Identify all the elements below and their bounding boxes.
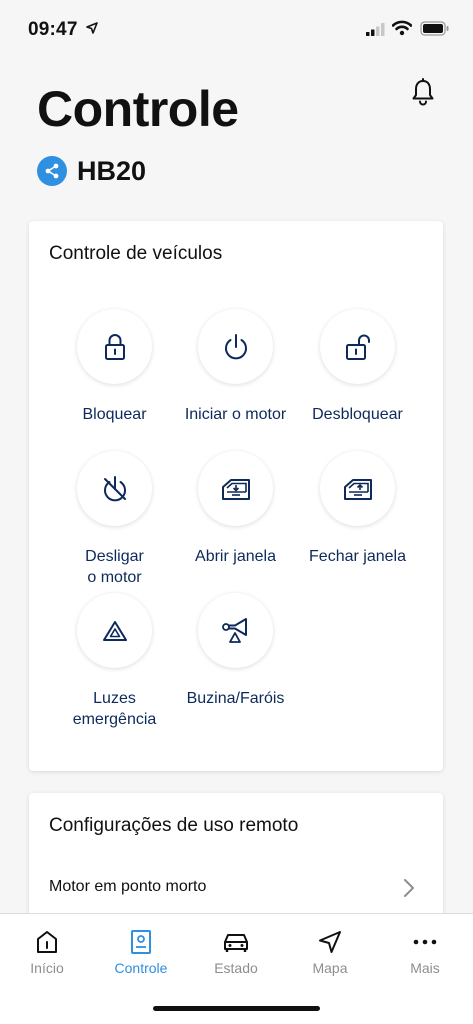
location-arrow-icon	[86, 22, 98, 34]
close-window-label: Fechar janela	[309, 548, 406, 565]
close-window-button[interactable]: Fechar janela	[297, 451, 418, 567]
tab-status[interactable]: Estado	[189, 928, 283, 976]
more-dots-icon	[413, 939, 437, 945]
tab-more-label: Mais	[410, 960, 440, 976]
status-time: 09:47	[28, 19, 78, 40]
unlock-button[interactable]: Desbloquear	[297, 309, 418, 425]
tab-more[interactable]: Mais	[378, 928, 472, 976]
chevron-right-icon	[404, 879, 414, 897]
unlock-icon	[345, 334, 370, 360]
open-window-label: Abrir janela	[195, 548, 276, 565]
tab-control[interactable]: Controle	[94, 928, 188, 976]
neutral-engine-row[interactable]: Motor em ponto morto	[29, 868, 443, 908]
tab-map[interactable]: Mapa	[283, 928, 377, 976]
vehicle-name: HB20	[77, 155, 147, 186]
remote-settings-title: Configurações de uso remoto	[49, 815, 299, 836]
remote-settings-card: Configurações de uso remoto Motor em pon…	[29, 793, 443, 923]
tab-control-label: Controle	[114, 960, 168, 976]
lock-button[interactable]: Bloquear	[54, 309, 175, 425]
window-down-icon	[221, 478, 250, 500]
hazard-lights-button[interactable]: Luzes emergência	[54, 593, 175, 730]
tab-map-label: Mapa	[312, 960, 348, 976]
horn-lights-label: Buzina/Faróis	[186, 690, 285, 707]
wifi-icon	[392, 20, 412, 36]
lock-label: Bloquear	[82, 406, 147, 423]
home-icon	[37, 931, 57, 953]
start-engine-button[interactable]: Iniciar o motor	[175, 309, 296, 425]
start-engine-label: Iniciar o motor	[184, 406, 287, 423]
neutral-engine-label: Motor em ponto morto	[49, 878, 207, 895]
car-icon	[224, 934, 248, 952]
stop-engine-button[interactable]: Desligar o motor	[54, 451, 175, 588]
navigation-arrow-icon	[319, 931, 341, 953]
cell-signal-icon	[366, 23, 385, 36]
unlock-label: Desbloquear	[312, 406, 403, 423]
horn-lights-button[interactable]: Buzina/Faróis	[175, 593, 296, 709]
share-icon[interactable]	[37, 156, 67, 186]
status-bar: 09:47	[0, 0, 473, 60]
stop-engine-label: Desligar o motor	[85, 548, 144, 586]
tab-status-label: Estado	[214, 960, 258, 976]
power-icon	[224, 333, 247, 359]
tab-home-label: Início	[30, 960, 64, 976]
battery-icon	[420, 21, 449, 36]
vehicle-selector[interactable]: HB20	[37, 155, 146, 187]
vehicle-controls-card: Controle de veículos Bloquear Iniciar o …	[29, 221, 443, 771]
page-title: Controle	[37, 81, 239, 137]
home-indicator	[153, 1006, 320, 1011]
window-up-icon	[343, 478, 372, 500]
lock-icon	[104, 333, 125, 360]
remote-control-icon	[131, 930, 151, 954]
power-off-icon	[103, 475, 126, 501]
tab-home[interactable]: Início	[0, 928, 94, 976]
open-window-button[interactable]: Abrir janela	[175, 451, 296, 567]
card-title: Controle de veículos	[49, 243, 223, 264]
horn-icon	[221, 617, 247, 643]
hazard-icon	[102, 620, 127, 641]
hazard-lights-label: Luzes emergência	[72, 690, 157, 728]
bell-icon[interactable]	[410, 78, 436, 106]
